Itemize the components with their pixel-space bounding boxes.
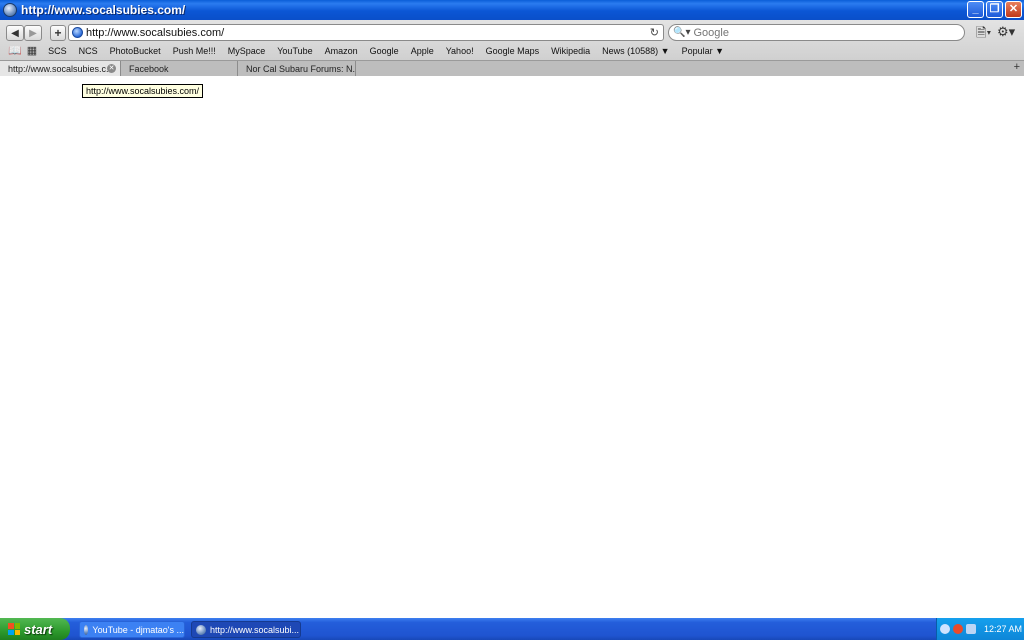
- grid-icon[interactable]: ▦: [27, 44, 42, 57]
- back-arrow-icon: ◀: [11, 27, 19, 39]
- start-label: start: [24, 621, 53, 637]
- close-button[interactable]: ✕: [1005, 1, 1022, 18]
- page-content: http://www.socalsubies.com/: [0, 77, 1024, 618]
- gear-icon[interactable]: ⚙▾: [997, 24, 1015, 40]
- bookmark-news-label: News (10588): [602, 45, 659, 56]
- taskbar-item-label: http://www.socalsubi...: [210, 624, 300, 635]
- bookmark-wikipedia[interactable]: Wikipedia: [545, 46, 596, 56]
- tab-close-icon[interactable]: ✕: [107, 64, 116, 73]
- bookmark-google-maps[interactable]: Google Maps: [480, 46, 546, 56]
- globe-icon: [72, 27, 83, 38]
- search-icon: 🔍▾: [673, 27, 691, 38]
- network-icon[interactable]: [940, 624, 950, 634]
- bookmark-youtube[interactable]: YouTube: [271, 46, 318, 56]
- tab-label: http://www.socalsubies.c...: [8, 63, 114, 74]
- security-alert-icon[interactable]: [953, 624, 963, 634]
- title-bar: http://www.socalsubies.com/ _ ❐ ✕: [0, 0, 1024, 20]
- minimize-button[interactable]: _: [967, 1, 984, 18]
- bookmark-apple[interactable]: Apple: [405, 46, 440, 56]
- tab-bar: http://www.socalsubies.c... ✕ Facebook N…: [0, 60, 1024, 76]
- new-tab-icon[interactable]: +: [1014, 61, 1020, 73]
- bookmark-google[interactable]: Google: [364, 46, 405, 56]
- chevron-down-icon: ▼: [715, 45, 725, 56]
- tab-nor-cal-subaru[interactable]: Nor Cal Subaru Forums: N...: [238, 61, 356, 76]
- forward-arrow-icon: ▶: [29, 27, 37, 39]
- bookmark-popular-label: Popular: [681, 45, 713, 56]
- start-button[interactable]: start: [0, 618, 70, 640]
- volume-icon[interactable]: [966, 624, 976, 634]
- bookmark-yahoo[interactable]: Yahoo!: [440, 46, 480, 56]
- window-controls: _ ❐ ✕: [967, 1, 1022, 18]
- safari-icon: [196, 624, 206, 635]
- add-bookmark-button[interactable]: +: [50, 25, 66, 41]
- forward-button[interactable]: ▶: [24, 25, 42, 41]
- bookmark-push-me[interactable]: Push Me!!!: [167, 46, 222, 56]
- browser-toolbar: ◀ ▶ + http://www.socalsubies.com/ ↻ 🔍▾ 🗎…: [0, 20, 1024, 76]
- search-input[interactable]: [693, 26, 934, 39]
- window-title: http://www.socalsubies.com/: [21, 3, 186, 17]
- taskbar-item-socalsubies[interactable]: http://www.socalsubi...: [191, 621, 301, 638]
- tab-facebook[interactable]: Facebook: [121, 61, 238, 76]
- tab-label: Nor Cal Subaru Forums: N...: [246, 63, 356, 74]
- bookmark-news[interactable]: News (10588) ▼: [596, 46, 675, 56]
- system-tray: 12:27 AM: [936, 618, 1024, 640]
- search-field[interactable]: 🔍▾: [668, 24, 965, 41]
- taskbar-item-label: YouTube - djmatao's ...: [92, 624, 184, 635]
- bookmark-ncs[interactable]: NCS: [73, 46, 104, 56]
- tab-label: Facebook: [129, 63, 169, 74]
- book-icon[interactable]: 📖: [0, 44, 27, 57]
- reload-icon[interactable]: ↻: [650, 26, 659, 39]
- navigation-row: ◀ ▶ + http://www.socalsubies.com/ ↻ 🔍▾ 🗎…: [0, 24, 1024, 42]
- tab-socalsubies[interactable]: http://www.socalsubies.c... ✕: [0, 61, 121, 76]
- plus-icon: +: [54, 26, 62, 40]
- address-bar[interactable]: http://www.socalsubies.com/ ↻: [68, 24, 664, 41]
- bookmark-amazon[interactable]: Amazon: [319, 46, 364, 56]
- url-tooltip: http://www.socalsubies.com/: [82, 84, 204, 98]
- bookmark-myspace[interactable]: MySpace: [222, 46, 272, 56]
- bookmark-scs[interactable]: SCS: [42, 46, 73, 56]
- windows-logo-icon: [8, 623, 20, 635]
- address-input[interactable]: http://www.socalsubies.com/: [86, 27, 224, 39]
- bookmark-popular[interactable]: Popular ▼: [676, 46, 730, 56]
- safari-icon: [84, 624, 89, 635]
- chevron-down-icon: ▼: [660, 45, 670, 56]
- back-button[interactable]: ◀: [6, 25, 24, 41]
- clock: 12:27 AM: [984, 624, 1023, 634]
- bookmarks-bar: 📖 ▦ SCS NCS PhotoBucket Push Me!!! MySpa…: [0, 43, 1024, 58]
- bookmark-photobucket[interactable]: PhotoBucket: [104, 46, 167, 56]
- safari-icon: [3, 3, 17, 17]
- restore-button[interactable]: ❐: [986, 1, 1003, 18]
- taskbar: start YouTube - djmatao's ... http://www…: [0, 618, 1024, 640]
- taskbar-item-youtube[interactable]: YouTube - djmatao's ...: [79, 621, 185, 638]
